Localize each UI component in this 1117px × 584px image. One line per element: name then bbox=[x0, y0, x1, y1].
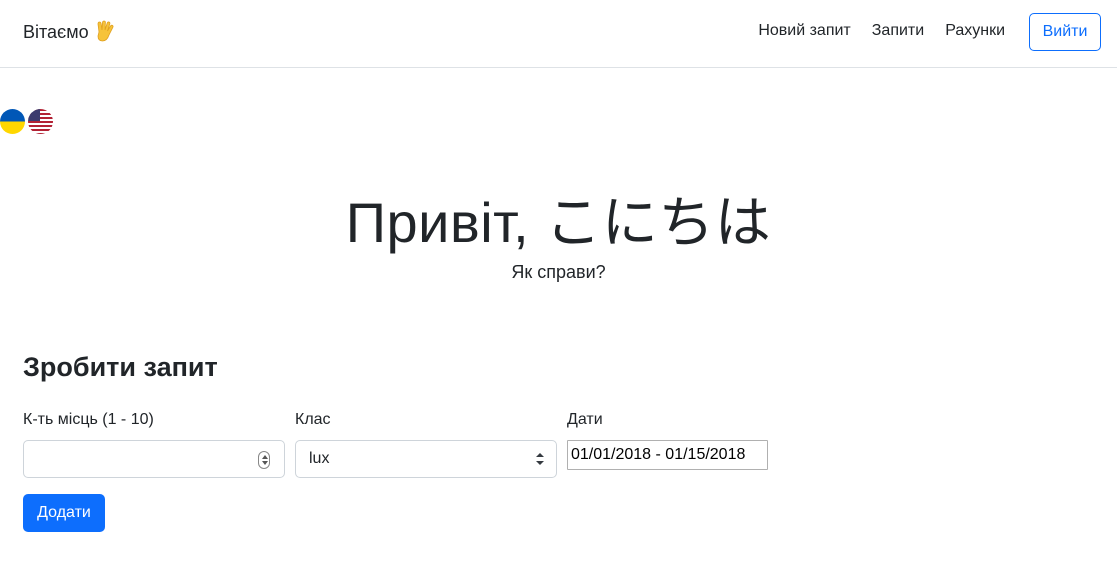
dates-input[interactable]: 01/01/2018 - 01/15/2018 bbox=[567, 440, 768, 470]
ukraine-flag-icon[interactable] bbox=[0, 109, 25, 134]
nav-requests[interactable]: Запити bbox=[872, 22, 924, 40]
add-button[interactable]: Додати bbox=[23, 494, 105, 532]
nav-bills[interactable]: Рахунки bbox=[945, 22, 1005, 40]
navbar: Вітаємо Новий запит Запити Рахунки Вийти bbox=[0, 0, 1117, 68]
select-arrows-icon bbox=[536, 451, 544, 467]
language-switcher bbox=[0, 109, 53, 134]
logout-button[interactable]: Вийти bbox=[1029, 13, 1101, 51]
nav-new-request[interactable]: Новий запит bbox=[758, 22, 850, 40]
class-selected-value: lux bbox=[309, 450, 330, 467]
seats-label: К-ть місць (1 - 10) bbox=[23, 411, 154, 428]
hero-title: Привіт, こにちは bbox=[345, 191, 772, 254]
usa-flag-icon[interactable] bbox=[28, 109, 53, 134]
seats-input[interactable] bbox=[23, 440, 285, 478]
brand[interactable]: Вітаємо bbox=[23, 20, 117, 44]
class-select[interactable]: lux bbox=[295, 440, 557, 478]
form-title: Зробити запит bbox=[23, 352, 218, 382]
hero-subtitle: Як справи? bbox=[511, 262, 606, 282]
spinner-icon[interactable] bbox=[258, 451, 270, 469]
class-label: Клас bbox=[295, 411, 331, 428]
dates-label: Дати bbox=[567, 411, 603, 428]
nav-links: Новий запит Запити Рахунки bbox=[758, 22, 1005, 40]
vulcan-salute-hand-icon bbox=[95, 20, 117, 44]
brand-text: Вітаємо bbox=[23, 21, 89, 42]
